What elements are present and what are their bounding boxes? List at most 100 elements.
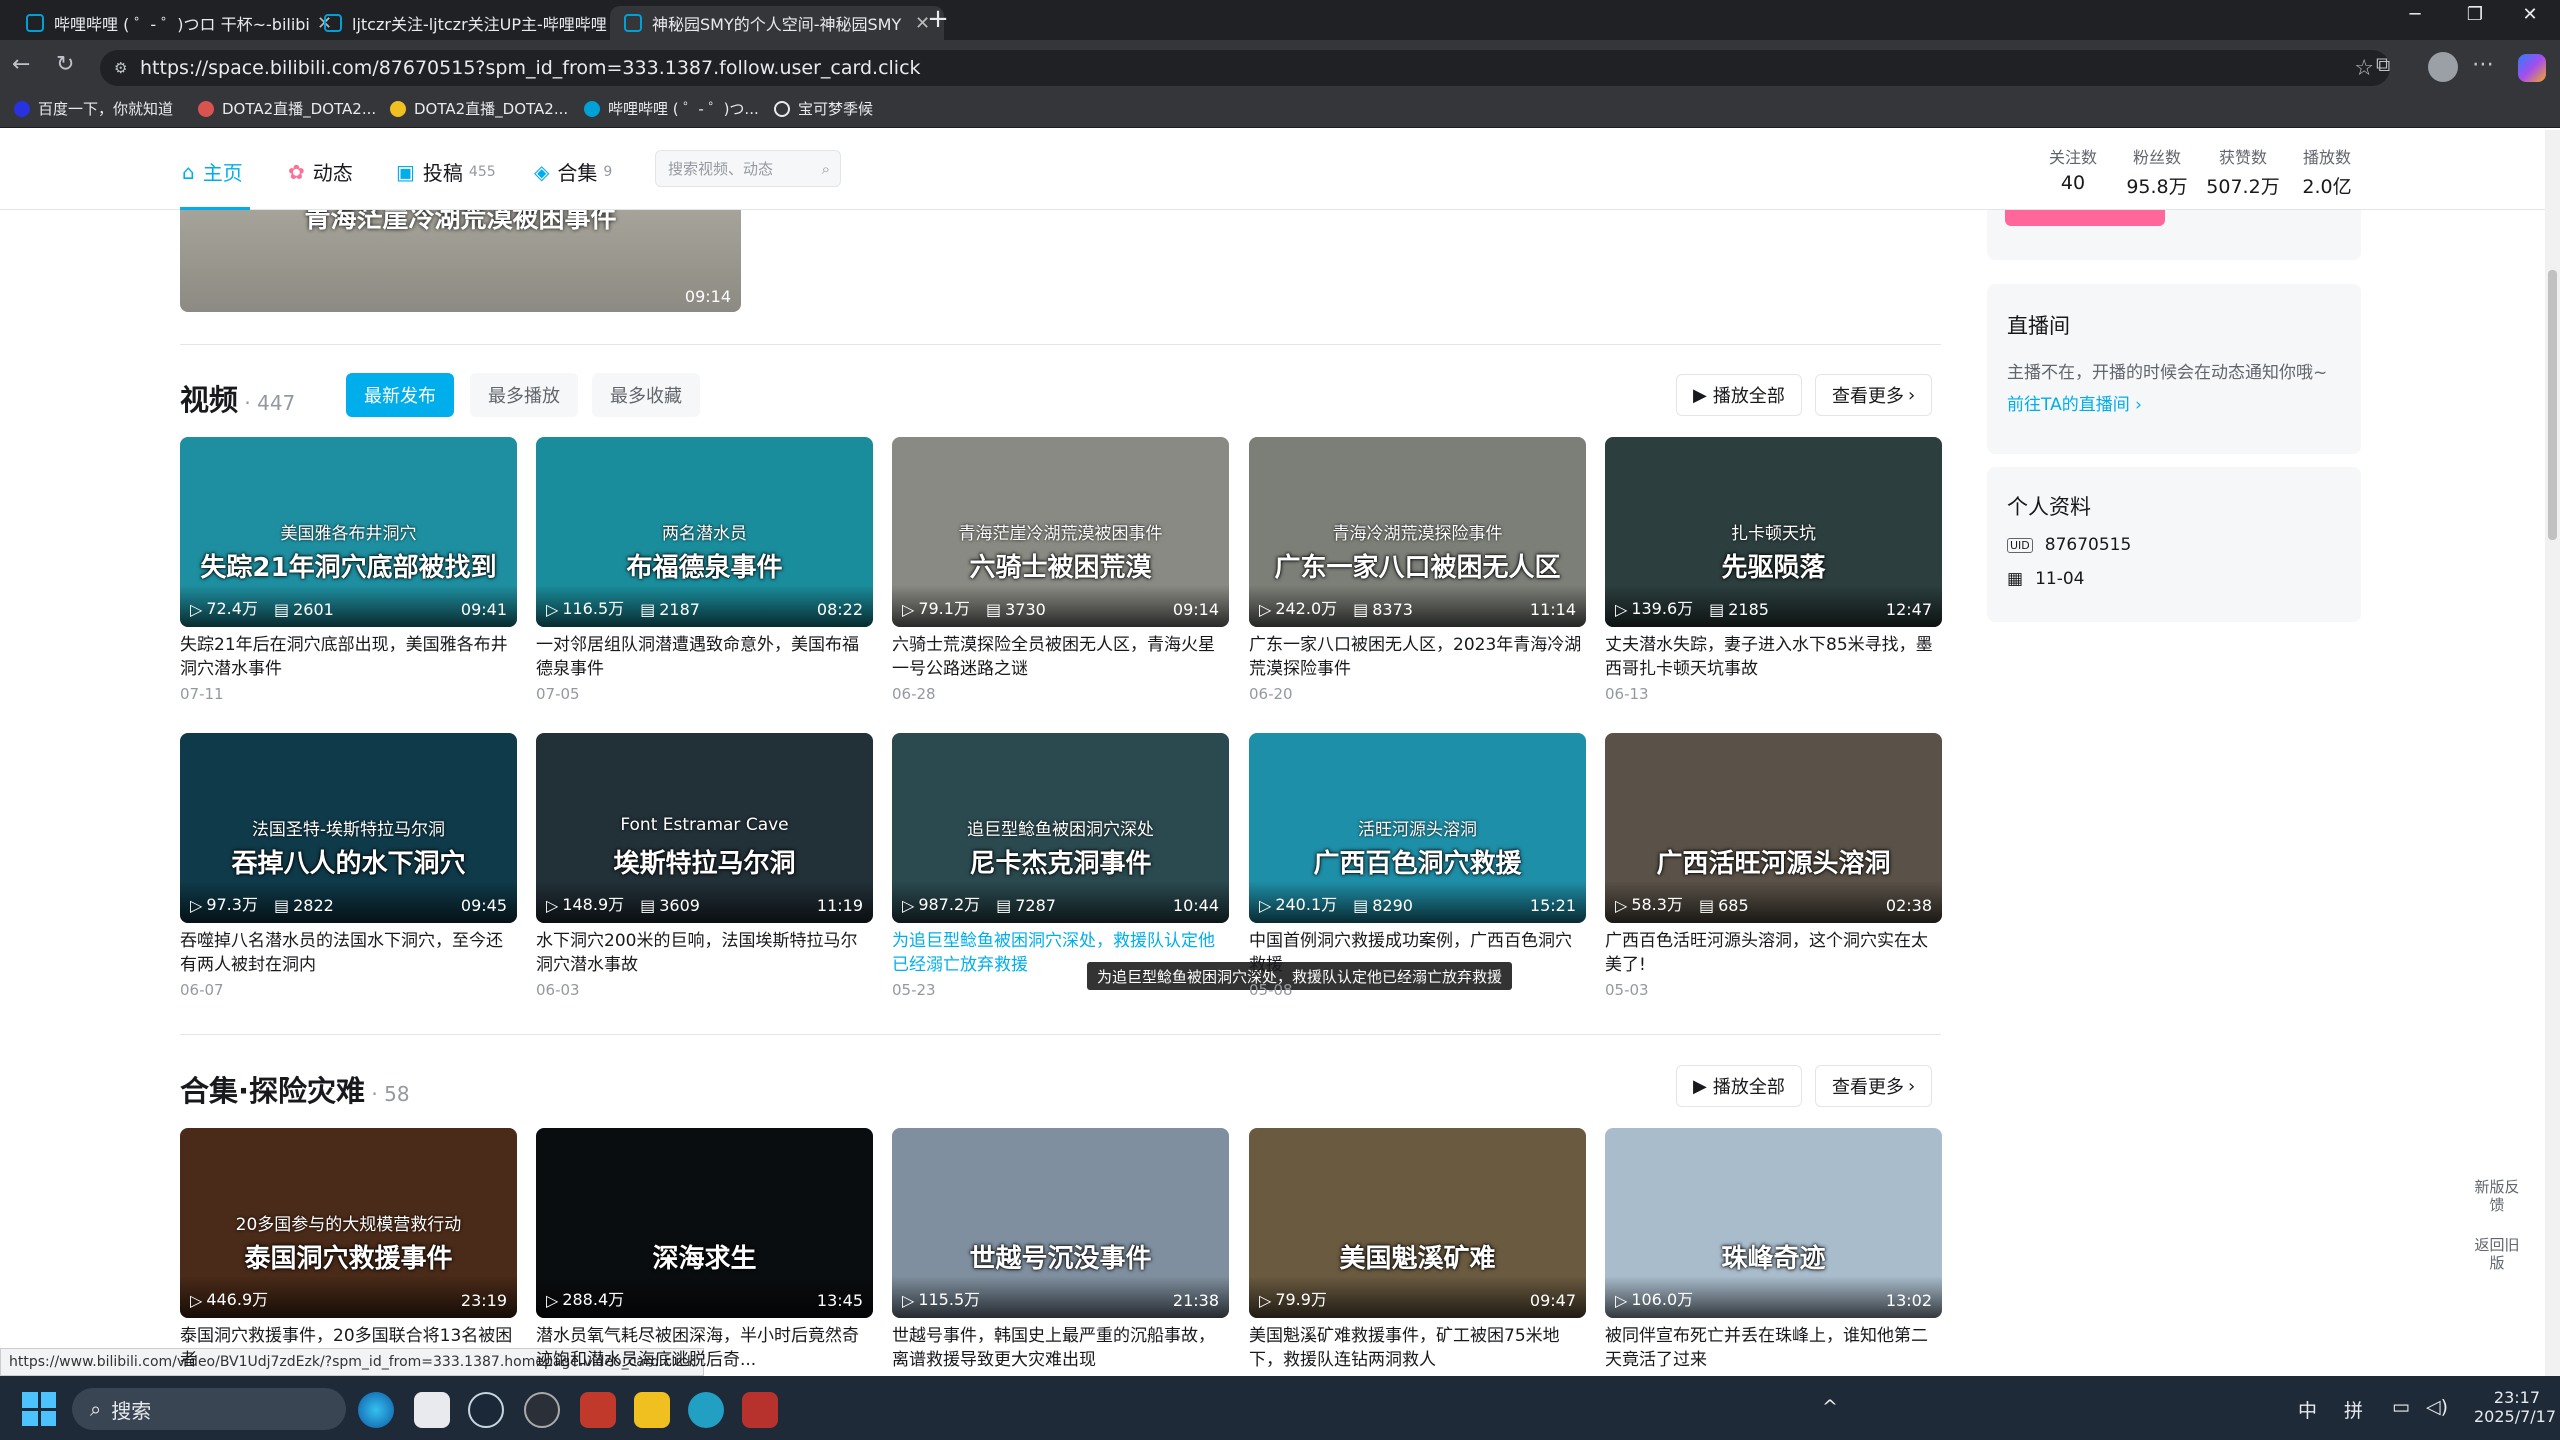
favorite-star-icon[interactable]: ☆: [2354, 56, 2374, 81]
app-icon[interactable]: [580, 1392, 616, 1428]
video-thumbnail[interactable]: 广东一家八口被困无人区 青海冷湖荒漠探险事件 ▷ 242.0万 ▤ 8373 11:14: [1249, 437, 1586, 627]
video-card[interactable]: 埃斯特拉马尔洞 Font Estramar Cave ▷ 148.9万 ▤ 3609 11:…: [536, 733, 873, 999]
tab-most-played[interactable]: 最多播放: [470, 373, 578, 417]
nav-posts[interactable]: ▣ 投稿 455: [396, 157, 496, 186]
old-version-button[interactable]: 返回旧版: [2472, 1236, 2522, 1272]
ime-pinyin[interactable]: 拼: [2344, 1396, 2363, 1423]
video-title[interactable]: 广西百色活旺河源头溶洞，这个洞穴实在太美了!: [1605, 929, 1942, 977]
stat-fans[interactable]: 粉丝数 95.8万: [2112, 144, 2202, 199]
new-tab-button[interactable]: +: [918, 4, 958, 34]
see-more-button[interactable]: 查看更多 ›: [1815, 374, 1933, 416]
tab-space[interactable]: 神秘园SMY的个人空间-神秘园SMY ✕: [610, 6, 945, 40]
site-info-icon[interactable]: ⚙: [114, 59, 127, 77]
video-thumbnail[interactable]: 深海求生 ▷ 288.4万 13:45: [536, 1128, 873, 1318]
app-icon[interactable]: [414, 1392, 450, 1428]
video-title[interactable]: 潜水员氧气耗尽被困深海，半小时后竟然奇迹饱和潜水员海底逃脱后奇...: [536, 1324, 873, 1372]
video-title[interactable]: 被同伴宣布死亡并丢在珠峰上，谁知他第二天竟活了过来: [1605, 1324, 1942, 1372]
bookmark-pokemon[interactable]: 宝可梦季候: [774, 98, 873, 119]
bookmark-dota2-1[interactable]: DOTA2直播_DOTA2...: [198, 98, 376, 119]
video-card[interactable]: 世越号沉没事件 ▷ 115.5万 21:38 世越号事件，韩国史上最严重的沉船事故，离谱…: [892, 1128, 1229, 1372]
close-window-icon[interactable]: ✕: [2510, 4, 2550, 25]
chevron-up-icon[interactable]: ^: [1822, 1396, 1838, 1418]
app-icon[interactable]: [634, 1392, 670, 1428]
bookmark-dota2-2[interactable]: DOTA2直播_DOTA2...: [390, 98, 568, 119]
video-card[interactable]: 先驱陨落 扎卡顿天坑 ▷ 139.6万 ▤ 2185 12:47 丈夫潜水失踪，妻子进入水下8…: [1605, 437, 1942, 703]
feedback-button[interactable]: 新版反馈: [2472, 1178, 2522, 1214]
video-title[interactable]: 失踪21年后在洞穴底部出现，美国雅各布井洞穴潜水事件: [180, 633, 517, 681]
video-card[interactable]: 广西百色洞穴救援 活旺河源头溶洞 ▷ 240.1万 ▤ 8290 15:21 中国首例洞穴救援…: [1249, 733, 1586, 999]
video-thumbnail[interactable]: 吞掉八人的水下洞穴 法国圣特-埃斯特拉马尔洞 ▷ 97.3万 ▤ 2822 09:45: [180, 733, 517, 923]
video-title[interactable]: 六骑士荒漠探险全员被困无人区，青海火星一号公路迷路之谜: [892, 633, 1229, 681]
edge-icon[interactable]: [358, 1392, 394, 1428]
video-card[interactable]: 深海求生 ▷ 288.4万 13:45 潜水员氧气耗尽被困深海，半小时后竟然奇迹饱和潜水…: [536, 1128, 873, 1372]
video-thumbnail[interactable]: 泰国洞穴救援事件 20多国参与的大规模营救行动 ▷ 446.9万 23:19: [180, 1128, 517, 1318]
stat-following[interactable]: 关注数 40: [2028, 144, 2118, 194]
video-card[interactable]: 泰国洞穴救援事件 20多国参与的大规模营救行动 ▷ 446.9万 23:19 泰国洞穴救援…: [180, 1128, 517, 1372]
tab-follow[interactable]: ljtczr关注-ljtczr关注UP主-哔哩哔哩 ✕: [310, 6, 644, 40]
video-card[interactable]: 珠峰奇迹 ▷ 106.0万 13:02 被同伴宣布死亡并丢在珠峰上，谁知他第二天竟活了过…: [1605, 1128, 1942, 1372]
video-title[interactable]: 为追巨型鲶鱼被困洞穴深处，救援队认定他已经溺亡放弃救援: [892, 929, 1229, 977]
video-card[interactable]: 吞掉八人的水下洞穴 法国圣特-埃斯特拉马尔洞 ▷ 97.3万 ▤ 2822 09:45 吞噬掉…: [180, 733, 517, 999]
windows-start-icon[interactable]: [22, 1392, 56, 1426]
app-icon[interactable]: [524, 1392, 560, 1428]
url-input[interactable]: ⚙ https://space.bilibili.com/87670515?sp…: [100, 50, 2390, 86]
video-title[interactable]: 丈夫潜水失踪，妻子进入水下85米寻找，墨西哥扎卡顿天坑事故: [1605, 633, 1942, 681]
play-all-button[interactable]: ▶ 播放全部: [1676, 374, 1802, 416]
video-title[interactable]: 水下洞穴200米的巨响，法国埃斯特拉马尔洞穴潜水事故: [536, 929, 873, 977]
video-title[interactable]: 美国魁溪矿难救援事件，矿工被困75米地下，救援队连钻两洞救人: [1249, 1324, 1586, 1372]
extensions-icon[interactable]: ⧉: [2376, 52, 2390, 76]
app-icon[interactable]: [688, 1392, 724, 1428]
app-icon[interactable]: [742, 1392, 778, 1428]
taskbar-search[interactable]: ⌕ 搜索: [72, 1388, 346, 1430]
video-thumbnail[interactable]: 先驱陨落 扎卡顿天坑 ▷ 139.6万 ▤ 2185 12:47: [1605, 437, 1942, 627]
video-thumbnail[interactable]: 美国魁溪矿难 ▷ 79.9万 09:47: [1249, 1128, 1586, 1318]
video-title[interactable]: 吞噬掉八名潜水员的法国水下洞穴，至今还有两人被封在洞内: [180, 929, 517, 977]
ime-mode[interactable]: 中: [2298, 1396, 2317, 1423]
video-thumbnail[interactable]: 世越号沉没事件 ▷ 115.5万 21:38: [892, 1128, 1229, 1318]
video-card[interactable]: 广东一家八口被困无人区 青海冷湖荒漠探险事件 ▷ 242.0万 ▤ 8373 11:14 广东…: [1249, 437, 1586, 703]
network-icon[interactable]: ▭: [2392, 1396, 2410, 1418]
copilot-icon[interactable]: [2518, 54, 2546, 82]
video-card[interactable]: 广西活旺河源头溶洞 ▷ 58.3万 ▤ 685 02:38 广西百色活旺河源头溶洞，这个洞穴…: [1605, 733, 1942, 999]
search-icon[interactable]: ⌕: [822, 160, 830, 178]
reload-icon[interactable]: ↻: [56, 52, 74, 77]
video-title[interactable]: 一对邻居组队洞潜遭遇致命意外，美国布福德泉事件: [536, 633, 873, 681]
video-thumbnail[interactable]: 埃斯特拉马尔洞 Font Estramar Cave ▷ 148.9万 ▤ 3609 11:…: [536, 733, 873, 923]
tab-latest[interactable]: 最新发布: [346, 373, 454, 417]
restore-icon[interactable]: ❐: [2455, 4, 2495, 25]
video-thumbnail[interactable]: 广西百色洞穴救援 活旺河源头溶洞 ▷ 240.1万 ▤ 8290 15:21: [1249, 733, 1586, 923]
collection-play-all-button[interactable]: ▶ 播放全部: [1676, 1065, 1802, 1107]
menu-icon[interactable]: ⋯: [2472, 52, 2494, 77]
video-thumbnail[interactable]: 尼卡杰克洞事件 追巨型鲶鱼被困洞穴深处 ▷ 987.2万 ▤ 7287 10:44: [892, 733, 1229, 923]
video-thumbnail[interactable]: 失踪21年洞穴底部被找到 美国雅各布井洞穴 ▷ 72.4万 ▤ 2601 09:41: [180, 437, 517, 627]
video-thumbnail[interactable]: 六骑士被困荒漠 青海茫崖冷湖荒漠被困事件 ▷ 79.1万 ▤ 3730 09:14: [892, 437, 1229, 627]
scrollbar-thumb[interactable]: [2548, 270, 2557, 540]
nav-collections[interactable]: ◈ 合集 9: [534, 157, 612, 186]
steam-icon[interactable]: [468, 1392, 504, 1428]
video-thumbnail[interactable]: 广西活旺河源头溶洞 ▷ 58.3万 ▤ 685 02:38: [1605, 733, 1942, 923]
minimize-icon[interactable]: ─: [2395, 4, 2435, 25]
pink-button-remnant[interactable]: [2005, 210, 2165, 226]
video-title[interactable]: 广东一家八口被困无人区，2023年青海冷湖荒漠探险事件: [1249, 633, 1586, 681]
video-card[interactable]: 布福德泉事件 两名潜水员 ▷ 116.5万 ▤ 2187 08:22 一对邻居组队洞潜遭遇致命…: [536, 437, 873, 703]
video-card[interactable]: 美国魁溪矿难 ▷ 79.9万 09:47 美国魁溪矿难救援事件，矿工被困75米地下，救援…: [1249, 1128, 1586, 1372]
video-title[interactable]: 世越号事件，韩国史上最严重的沉船事故，离谱救援导致更大灾难出现: [892, 1324, 1229, 1372]
tab-most-fav[interactable]: 最多收藏: [592, 373, 700, 417]
clock[interactable]: 23:17 2025/7/17: [2474, 1388, 2556, 1426]
video-card[interactable]: 尼卡杰克洞事件 追巨型鲶鱼被困洞穴深处 ▷ 987.2万 ▤ 7287 10:44 为追巨型鲶…: [892, 733, 1229, 999]
video-card[interactable]: 六骑士被困荒漠 青海茫崖冷湖荒漠被困事件 ▷ 79.1万 ▤ 3730 09:14 六骑士荒漠…: [892, 437, 1229, 703]
video-title[interactable]: 中国首例洞穴救援成功案例，广西百色洞穴救援: [1249, 929, 1586, 977]
nav-home[interactable]: ⌂ 主页: [182, 157, 243, 186]
back-icon[interactable]: ←: [12, 52, 30, 77]
volume-icon[interactable]: ◁): [2426, 1396, 2448, 1418]
space-search-input[interactable]: 搜索视频、动态 ⌕: [655, 150, 841, 187]
bookmark-bilibili[interactable]: 哔哩哔哩 ( ゜- ゜)つ...: [584, 98, 759, 119]
profile-avatar[interactable]: [2428, 52, 2458, 82]
video-card[interactable]: 失踪21年洞穴底部被找到 美国雅各布井洞穴 ▷ 72.4万 ▤ 2601 09:41 失踪21…: [180, 437, 517, 703]
bookmark-baidu[interactable]: 百度一下，你就知道: [14, 98, 173, 119]
video-thumbnail[interactable]: 珠峰奇迹 ▷ 106.0万 13:02: [1605, 1128, 1942, 1318]
live-link[interactable]: 前往TA的直播间 ›: [2007, 390, 2142, 415]
collection-see-more-button[interactable]: 查看更多 ›: [1815, 1065, 1933, 1107]
nav-dynamic[interactable]: ✿ 动态: [288, 157, 353, 186]
video-title[interactable]: 泰国洞穴救援事件，20多国联合将13名被困者: [180, 1324, 517, 1372]
